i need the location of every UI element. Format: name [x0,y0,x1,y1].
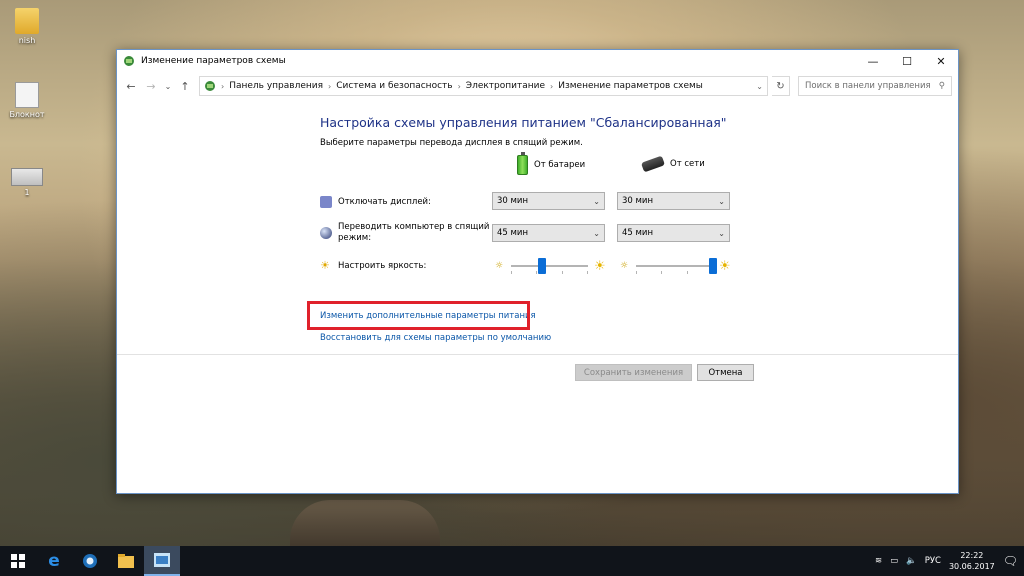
desktop-icon-label: Блокнот [9,110,45,119]
sleep-battery-select[interactable]: 45 мин ⌄ [492,224,605,242]
search-input[interactable]: Поиск в панели управления ⚲ [798,76,952,96]
sleep-label: Переводить компьютер в спящий режим: [338,222,490,243]
cancel-button[interactable]: Отмена [697,364,754,381]
battery-column-header: От батареи [517,152,586,175]
file-explorer-icon[interactable] [108,546,144,576]
power-plug-icon [640,155,666,173]
title-bar[interactable]: Изменение параметров схемы — ☐ ✕ [117,50,958,72]
chevron-down-icon: ⌄ [718,196,725,206]
plan-settings: Настройка схемы управления питанием "Сба… [320,115,740,343]
clock-time: 22:22 [960,551,984,560]
slider-thumb[interactable] [709,258,717,274]
search-icon: ⚲ [938,81,945,91]
breadcrumb-system-security[interactable]: Система и безопасность [336,81,452,91]
chevron-down-icon: ⌄ [593,196,600,206]
desktop-icon-notepad[interactable]: Блокнот [2,82,52,119]
battery-column-label: От батареи [534,160,586,170]
up-arrow-icon[interactable]: ↑ [177,77,193,95]
brightness-icon: ☀ [320,259,330,272]
battery-tray-icon[interactable]: ▭ [890,556,898,566]
selected-value: 30 мин [622,196,654,206]
desktop-icon-label: nish [18,36,36,45]
slider-ticks [636,271,713,274]
display-icon [320,196,332,208]
brightness-power-slider[interactable]: ☼ ☀ [620,258,733,274]
slider-thumb[interactable] [537,258,546,274]
breadcrumb-separator[interactable]: › [550,82,553,91]
refresh-icon[interactable]: ↻ [772,76,790,96]
recent-locations-icon[interactable]: ⌄ [163,77,173,95]
search-placeholder: Поиск в панели управления [805,81,931,91]
slider-track[interactable] [511,258,588,274]
brightness-label: Настроить яркость: [338,260,427,271]
close-button[interactable]: ✕ [924,50,958,72]
sleep-power-select[interactable]: 45 мин ⌄ [617,224,730,242]
selected-value: 45 мин [622,228,654,238]
control-panel-icon [205,81,215,91]
chevron-down-icon: ⌄ [718,228,725,238]
battery-icon [517,152,528,175]
power-plan-window: Изменение параметров схемы — ☐ ✕ ← → ⌄ ↑… [116,49,959,494]
column-headers: От батареи От сети [320,151,740,177]
clock[interactable]: 22:22 30.06.2017 [949,550,995,572]
slider-track[interactable] [636,258,717,274]
browser-icon[interactable] [72,546,108,576]
restore-defaults-link[interactable]: Восстановить для схемы параметры по умол… [320,333,551,343]
breadcrumb-control-panel[interactable]: Панель управления [229,81,323,91]
breadcrumb-separator: › [221,81,225,91]
folder-icon [15,8,39,34]
maximize-button[interactable]: ☐ [890,50,924,72]
desktop-icon-folder[interactable]: nish [2,8,52,45]
breadcrumb-edit-plan[interactable]: Изменение параметров схемы [558,81,703,91]
page-subtitle: Выберите параметры перевода дисплея в сп… [320,138,583,148]
chevron-down-icon[interactable]: ⌄ [756,82,763,91]
display-off-battery-select[interactable]: 30 мин ⌄ [492,192,605,210]
language-indicator[interactable]: РУС [925,556,941,566]
dim-sun-icon: ☼ [495,261,504,271]
divider [117,354,958,355]
page-title: Настройка схемы управления питанием "Сба… [320,115,727,130]
windows-start-icon[interactable] [0,546,36,576]
slider-ticks [511,271,588,274]
address-bar[interactable]: › Панель управления › Система и безопасн… [199,76,768,96]
moon-icon [320,227,332,239]
bright-sun-icon: ☀ [594,258,606,274]
system-tray: ≋ ▭ 🔈 РУС 22:22 30.06.2017 🗨 [875,550,1024,572]
network-icon[interactable]: ≋ [875,556,882,566]
taskbar: e ≋ ▭ 🔈 РУС 22:22 30.06.2017 🗨 [0,546,1024,576]
highlight-box [307,301,530,330]
back-arrow-icon[interactable]: ← [123,77,139,95]
save-changes-button[interactable]: Сохранить изменения [575,364,692,381]
selected-value: 30 мин [497,196,529,206]
breadcrumb-separator[interactable]: › [458,82,461,91]
clock-date: 30.06.2017 [948,562,995,571]
power-column-header: От сети [640,155,705,173]
minimize-button[interactable]: — [856,50,890,72]
breadcrumb-separator[interactable]: › [328,82,331,91]
brightness-battery-slider[interactable]: ☼ ☀ [495,258,608,274]
volume-icon[interactable]: 🔈 [906,556,917,566]
bright-sun-icon: ☀ [719,258,731,274]
power-options-icon [124,56,134,66]
wallpaper-stump [290,500,440,550]
desktop-icon-image[interactable]: 1 [2,168,52,197]
dim-sun-icon: ☼ [620,261,629,271]
selected-value: 45 мин [497,228,529,238]
power-column-label: От сети [670,159,705,169]
notepad-icon [15,82,39,108]
control-panel-taskbar-icon[interactable] [144,546,180,576]
window-title: Изменение параметров схемы [141,56,286,66]
notifications-icon[interactable]: 🗨 [1003,554,1018,568]
breadcrumb-power-options[interactable]: Электропитание [466,81,545,91]
display-off-label: Отключать дисплей: [338,196,431,207]
chevron-down-icon: ⌄ [593,228,600,238]
image-file-icon [11,168,43,186]
display-off-power-select[interactable]: 30 мин ⌄ [617,192,730,210]
desktop-icon-label: 1 [24,188,30,197]
edge-browser-icon[interactable]: e [36,546,72,576]
navigation-bar: ← → ⌄ ↑ › Панель управления › Система и … [117,72,958,100]
forward-arrow-icon[interactable]: → [143,77,159,95]
